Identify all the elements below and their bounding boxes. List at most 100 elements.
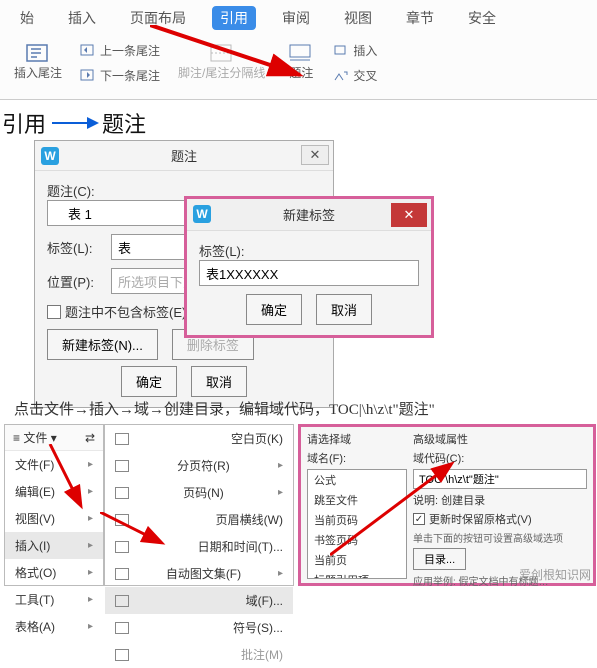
field-select-header: 请选择域: [307, 431, 407, 447]
doc-icon: [115, 514, 129, 526]
tab-start[interactable]: 始: [12, 6, 42, 30]
caption-icon: [287, 42, 315, 64]
caption-ok-button[interactable]: 确定: [121, 366, 177, 397]
doc-icon: [115, 541, 129, 553]
doc-icon: [115, 622, 129, 634]
menu-level-1: ≡ 文件 ▾⇄ 文件(F)▸ 编辑(E)▸ 视图(V)▸ 插入(I)▸ 格式(O…: [4, 424, 104, 586]
menu-view[interactable]: 视图(V)▸: [5, 505, 103, 532]
doc-icon: [115, 460, 129, 472]
newlabel-input[interactable]: [199, 260, 419, 286]
adv-props-header: 高级域属性: [413, 431, 587, 447]
tab-security[interactable]: 安全: [460, 6, 504, 30]
submenu-headerline[interactable]: 页眉横线(W): [105, 506, 293, 533]
list-item[interactable]: 跳至文件: [308, 490, 406, 510]
ribbon-body: 插入尾注 上一条尾注 下一条尾注 脚注/尾注分隔线 题注: [0, 36, 597, 90]
doc-icon: [115, 595, 129, 607]
field-note: 单击下面的按钮可设置高级域选项: [413, 530, 587, 545]
tab-view[interactable]: 视图: [336, 6, 380, 30]
insert-item[interactable]: 插入: [331, 40, 379, 61]
caption-close-button[interactable]: ✕: [301, 145, 329, 165]
nav-hint-right: 题注: [102, 107, 146, 139]
catalog-button[interactable]: 目录...: [413, 548, 466, 570]
list-item[interactable]: 书签页码: [308, 530, 406, 550]
tab-review[interactable]: 审阅: [274, 6, 318, 30]
list-item[interactable]: 当前页码: [308, 510, 406, 530]
app-logo-icon: W: [41, 147, 59, 165]
nav-hint: 引用 题注: [2, 107, 146, 139]
caption-cancel-button[interactable]: 取消: [191, 366, 247, 397]
insert-icon: [333, 44, 349, 58]
menu-table[interactable]: 表格(A)▸: [5, 613, 103, 640]
file-menu-cascade: ≡ 文件 ▾⇄ 文件(F)▸ 编辑(E)▸ 视图(V)▸ 插入(I)▸ 格式(O…: [4, 424, 296, 586]
app-logo-icon: W: [193, 205, 211, 223]
newlabel-titlebar: W 新建标签 ✕: [187, 199, 431, 231]
preserve-format-checkbox[interactable]: ✓ 更新时保留原格式(V): [413, 511, 587, 527]
submenu-pagenum[interactable]: 页码(N)▸: [105, 479, 293, 506]
tab-chapter[interactable]: 章节: [398, 6, 442, 30]
tab-pagelayout[interactable]: 页面布局: [122, 6, 194, 30]
menu-format[interactable]: 格式(O)▸: [5, 559, 103, 586]
submenu-field[interactable]: 域(F)...: [105, 587, 293, 614]
tab-insert[interactable]: 插入: [60, 6, 104, 30]
next-endnote-icon: [80, 69, 96, 83]
next-endnote-label: 下一条尾注: [100, 67, 160, 84]
new-label-button[interactable]: 新建标签(N)...: [47, 329, 158, 360]
field-name-list[interactable]: 公式 跳至文件 当前页码 书签页码 当前页 标题引用项 当前时间 打印时间 创建…: [307, 469, 407, 579]
list-item[interactable]: 公式: [308, 470, 406, 490]
caption-titlebar: W 题注 ✕: [35, 141, 333, 171]
newlabel-close-button[interactable]: ✕: [391, 203, 427, 227]
exclude-label-text: 题注中不包含标签(E): [65, 302, 186, 321]
newlabel-ok-button[interactable]: 确定: [246, 294, 302, 325]
crossref-item-label: 交叉: [353, 67, 377, 84]
submenu-datetime[interactable]: 日期和时间(T)...: [105, 533, 293, 560]
insert-endnote-label: 插入尾注: [14, 64, 62, 81]
doc-icon: [115, 487, 129, 499]
instruction-text: 点击文件→插入→域→创建目录，编辑域代码，TOC|\h\z\t"题注": [14, 398, 435, 419]
nav-hint-left: 引用: [2, 107, 46, 139]
ribbon: 始 插入 页面布局 引用 审阅 视图 章节 安全 插入尾注 上一条尾注 下一条尾…: [0, 0, 597, 100]
menu-header: ≡ 文件 ▾⇄: [5, 425, 103, 451]
newlabel-title: 新建标签: [283, 205, 335, 224]
list-item[interactable]: 标题引用项: [308, 570, 406, 579]
field-code-input[interactable]: [413, 469, 587, 489]
position-label: 位置(P):: [47, 272, 103, 291]
field-dialog: 请选择域 域名(F): 公式 跳至文件 当前页码 书签页码 当前页 标题引用项 …: [298, 424, 596, 586]
field-name-label: 域名(F):: [307, 450, 407, 466]
menu-tools[interactable]: 工具(T)▸: [5, 586, 103, 613]
doc-icon: [115, 568, 129, 580]
watermark: 爱创根知识网: [519, 566, 591, 583]
submenu-comment[interactable]: 批注(M): [105, 641, 293, 668]
separator-button[interactable]: 脚注/尾注分隔线: [172, 40, 271, 86]
insert-endnote-button[interactable]: 插入尾注: [8, 40, 68, 86]
menu-file[interactable]: 文件(F)▸: [5, 451, 103, 478]
checkbox-icon: ✓: [413, 513, 425, 525]
submenu-pagebreak[interactable]: 分页符(R)▸: [105, 452, 293, 479]
separator-label: 脚注/尾注分隔线: [178, 64, 265, 81]
new-label-dialog: W 新建标签 ✕ 标签(L): 确定 取消: [184, 196, 434, 338]
next-endnote[interactable]: 下一条尾注: [78, 65, 162, 86]
newlabel-cancel-button[interactable]: 取消: [316, 294, 372, 325]
checkbox-icon: [47, 305, 61, 319]
arrow-right-icon: [52, 122, 96, 124]
prev-endnote[interactable]: 上一条尾注: [78, 40, 162, 61]
preserve-format-label: 更新时保留原格式(V): [429, 511, 532, 527]
label-l-label: 标签(L):: [47, 238, 103, 257]
tab-references[interactable]: 引用: [212, 6, 256, 30]
crossref-item[interactable]: 交叉: [331, 65, 379, 86]
newlabel-label: 标签(L):: [199, 241, 419, 260]
menu-insert[interactable]: 插入(I)▸: [5, 532, 103, 559]
prev-endnote-label: 上一条尾注: [100, 42, 160, 59]
endnote-icon: [24, 42, 52, 64]
list-item[interactable]: 当前页: [308, 550, 406, 570]
submenu-autoimages[interactable]: 自动图文集(F)▸: [105, 560, 293, 587]
caption-title: 题注: [171, 146, 197, 165]
caption-button[interactable]: 题注: [281, 40, 321, 86]
doc-icon: [115, 433, 129, 445]
field-hint: 说明: 创建目录: [413, 492, 587, 508]
crossref-icon: [333, 69, 349, 83]
insert-item-label: 插入: [353, 42, 377, 59]
submenu-symbol[interactable]: 符号(S)...: [105, 614, 293, 641]
ribbon-tabs: 始 插入 页面布局 引用 审阅 视图 章节 安全: [0, 0, 597, 36]
menu-edit[interactable]: 编辑(E)▸: [5, 478, 103, 505]
submenu-blankpage[interactable]: 空白页(K): [105, 425, 293, 452]
